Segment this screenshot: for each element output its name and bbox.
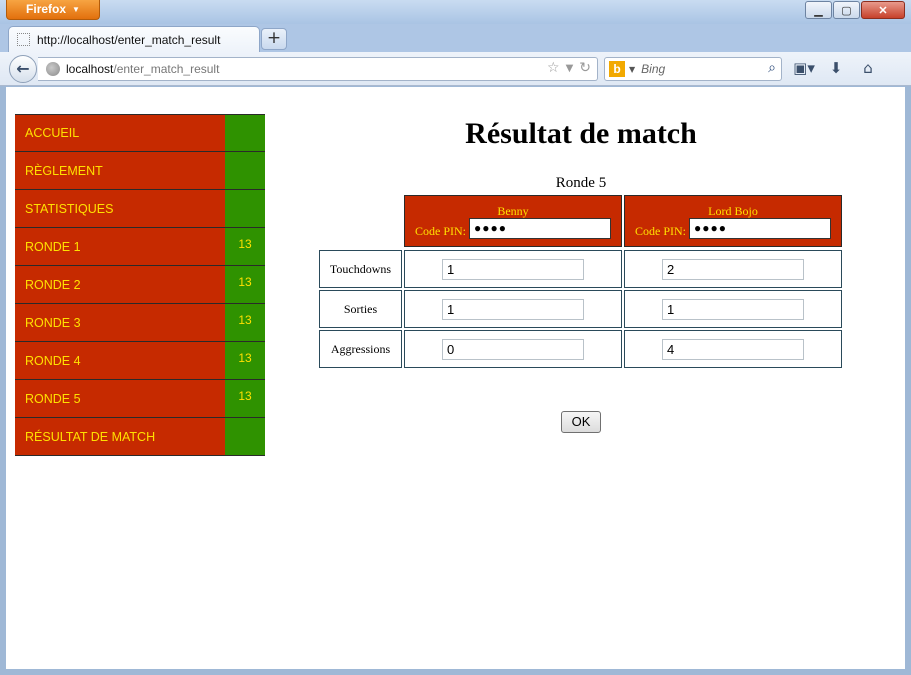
sidebar-item-label[interactable]: STATISTIQUES	[15, 190, 225, 227]
cell-touchdowns-player-1: 1	[404, 250, 622, 288]
toolbar-buttons: ▣▾ ⬇ ⌂	[793, 59, 879, 77]
sidebar-item-ronde-1[interactable]: RONDE 1 13	[15, 228, 265, 266]
firefox-menu-button[interactable]: Firefox ▼	[6, 0, 100, 20]
sidebar-item-label[interactable]: RÉSULTAT DE MATCH	[15, 418, 225, 455]
window-frame-bottom	[0, 669, 911, 675]
url-path: /enter_match_result	[113, 62, 220, 76]
cell-sorties-player-1: 1	[404, 290, 622, 328]
sidebar-item-ronde-4[interactable]: RONDE 4 13	[15, 342, 265, 380]
tab-enter-match-result[interactable]: http://localhost/enter_match_result	[8, 26, 260, 52]
page-favicon-icon	[17, 33, 30, 46]
window-titlebar: Firefox ▼ ▁ ▢ ✕	[0, 0, 911, 24]
cell-sorties-player-2: 1	[624, 290, 842, 328]
sidebar-item-ronde-3[interactable]: RONDE 3 13	[15, 304, 265, 342]
touchdowns-input-player-1[interactable]: 1	[442, 259, 584, 280]
download-icon[interactable]: ⬇	[825, 59, 847, 77]
sidebar-item-label[interactable]: RONDE 4	[15, 342, 225, 379]
sidebar-item-label[interactable]: RONDE 5	[15, 380, 225, 417]
sidebar-item-count	[225, 190, 265, 227]
search-placeholder: Bing	[641, 62, 666, 76]
sorties-input-player-2[interactable]: 1	[662, 299, 804, 320]
sidebar-item-label[interactable]: RÈGLEMENT	[15, 152, 225, 189]
sidebar-item-count	[225, 115, 265, 151]
search-icon[interactable]: ⌕	[768, 60, 776, 76]
page-title: Résultat de match	[465, 117, 697, 150]
page-viewport: ACCUEIL RÈGLEMENT STATISTIQUES RONDE 1 1…	[6, 87, 905, 669]
round-caption: Ronde 5	[555, 175, 607, 191]
sidebar-item-resultat-de-match[interactable]: RÉSULTAT DE MATCH	[15, 418, 265, 456]
window-controls: ▁ ▢ ✕	[804, 1, 905, 19]
sidebar-item-count: 13	[225, 228, 265, 265]
pin-label: Code PIN:	[415, 224, 466, 238]
bing-icon[interactable]: b	[609, 61, 625, 77]
firefox-menu-label: Firefox	[26, 2, 67, 16]
aggressions-input-player-2[interactable]: 4	[662, 339, 804, 360]
sidebar-item-label[interactable]: RONDE 1	[15, 228, 225, 265]
back-arrow-icon: ←	[16, 59, 30, 78]
pin-input-player-2[interactable]: ●●●●	[689, 218, 831, 239]
cell-aggressions-player-2: 4	[624, 330, 842, 368]
player-header-1: Benny Code PIN: ●●●●	[404, 195, 622, 247]
close-window-button[interactable]: ✕	[861, 1, 905, 19]
sidebar-item-label[interactable]: RONDE 3	[15, 304, 225, 341]
sidebar-item-count	[225, 418, 265, 455]
search-engine-dropdown-icon[interactable]: ▼	[629, 65, 635, 74]
sidebar-item-count: 13	[225, 266, 265, 303]
sidebar-item-count: 13	[225, 380, 265, 417]
pin-label: Code PIN:	[635, 224, 686, 238]
url-host: localhost	[66, 62, 114, 76]
url-bar[interactable]: localhost/enter_match_result ☆ ▼ ↻	[38, 57, 598, 81]
sidebar-item-label[interactable]: RONDE 2	[15, 266, 225, 303]
row-label-sorties: Sorties	[319, 290, 402, 328]
navigation-toolbar: ← localhost/enter_match_result ☆ ▼ ↻ b ▼…	[0, 52, 911, 86]
maximize-button[interactable]: ▢	[833, 1, 860, 19]
sidebar-item-count	[225, 152, 265, 189]
pin-input-player-1[interactable]: ●●●●	[469, 218, 611, 239]
sidebar-menu: ACCUEIL RÈGLEMENT STATISTIQUES RONDE 1 1…	[15, 114, 265, 456]
ok-submit-button[interactable]: OK	[561, 411, 601, 433]
url-bar-icons: ☆ ▼ ↻	[547, 60, 591, 78]
back-button[interactable]: ←	[9, 55, 37, 83]
sorties-input-player-1[interactable]: 1	[442, 299, 584, 320]
history-dropdown-icon[interactable]: ▼	[566, 60, 574, 78]
cell-aggressions-player-1: 0	[404, 330, 622, 368]
new-tab-button[interactable]: +	[261, 28, 287, 50]
tab-strip: http://localhost/enter_match_result +	[0, 24, 911, 52]
row-label-touchdowns: Touchdowns	[319, 250, 402, 288]
sidebar-item-accueil[interactable]: ACCUEIL	[15, 114, 265, 152]
bookmark-star-icon[interactable]: ☆	[547, 60, 560, 78]
sidebar-item-ronde-2[interactable]: RONDE 2 13	[15, 266, 265, 304]
home-icon[interactable]: ⌂	[857, 59, 879, 77]
sidebar-item-reglement[interactable]: RÈGLEMENT	[15, 152, 265, 190]
sidebar-item-label[interactable]: ACCUEIL	[15, 115, 225, 151]
player-name: Benny	[497, 204, 529, 218]
sidebar-item-statistiques[interactable]: STATISTIQUES	[15, 190, 265, 228]
tab-title: http://localhost/enter_match_result	[37, 32, 221, 47]
search-bar[interactable]: b ▼ Bing ⌕	[604, 57, 782, 81]
touchdowns-input-player-2[interactable]: 2	[662, 259, 804, 280]
globe-icon	[46, 62, 60, 76]
player-name: Lord Bojo	[708, 204, 758, 218]
bookmarks-menu-icon[interactable]: ▣▾	[793, 59, 815, 77]
minimize-button[interactable]: ▁	[805, 1, 832, 19]
sidebar-item-count: 13	[225, 304, 265, 341]
sidebar-item-count: 13	[225, 342, 265, 379]
aggressions-input-player-1[interactable]: 0	[442, 339, 584, 360]
cell-touchdowns-player-2: 2	[624, 250, 842, 288]
dropdown-arrow-icon: ▼	[72, 5, 80, 14]
url-text: localhost/enter_match_result	[66, 62, 219, 76]
reload-icon[interactable]: ↻	[579, 60, 591, 78]
row-label-aggressions: Aggressions	[319, 330, 402, 368]
player-header-2: Lord Bojo Code PIN: ●●●●	[624, 195, 842, 247]
sidebar-item-ronde-5[interactable]: RONDE 5 13	[15, 380, 265, 418]
